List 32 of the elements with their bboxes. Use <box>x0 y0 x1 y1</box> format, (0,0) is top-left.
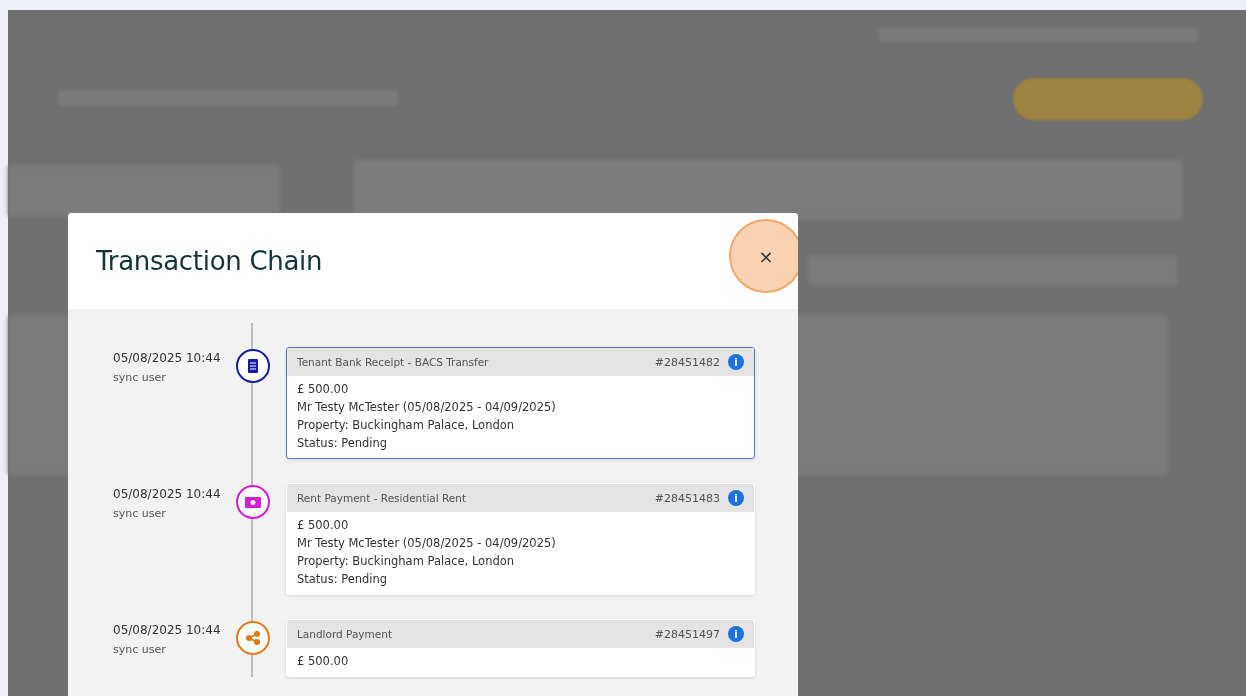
transaction-detail: Status: Pending <box>297 572 389 586</box>
receipt-icon <box>247 359 259 373</box>
share-icon <box>246 631 260 645</box>
info-icon[interactable]: i <box>728 490 744 506</box>
transaction-detail: Mr Testy McTester (05/08/2025 - 04/09/2025) <box>297 536 557 550</box>
transaction-card[interactable]: Tenant Bank Receipt - BACS Transfer #28451482 i £ 500.00 Mr Testy McTester (05/08/2025 - 04/09/2025) Property: Buckingham Palace, London Status: Pending <box>286 347 755 459</box>
transaction-title: Rent Payment - Residential Rent <box>297 492 468 504</box>
entry-timestamp: 05/08/2025 10:44 <box>113 487 222 501</box>
transaction-detail: Property: Buckingham Palace, London <box>297 554 516 568</box>
transaction-card[interactable]: Landlord Payment #28451497 i £ 500.00 <box>286 619 755 677</box>
transaction-reference: #28451497 <box>654 627 720 641</box>
transaction-card[interactable]: Rent Payment - Residential Rent #28451483 i £ 500.00 Mr Testy McTester (05/08/2025 - 04/09/2025) Property: Buckingham Palace, London Status: Pending <box>286 483 755 595</box>
transaction-detail: Mr Testy McTester (05/08/2025 - 04/09/2025) <box>297 400 557 414</box>
info-icon[interactable]: i <box>728 354 744 370</box>
transaction-detail: £ 500.00 <box>297 518 350 532</box>
transaction-title: Landlord Payment <box>297 628 394 640</box>
transaction-detail: Property: Buckingham Palace, London <box>297 418 516 432</box>
transaction-reference: #28451482 <box>654 355 720 369</box>
entry-timestamp: 05/08/2025 10:44 <box>113 623 222 637</box>
transaction-reference: #28451483 <box>654 491 720 505</box>
dialog-title: Transaction Chain <box>96 246 323 276</box>
entry-user: sync user <box>113 643 167 656</box>
entry-timestamp: 05/08/2025 10:44 <box>113 351 222 365</box>
banknote-icon <box>245 496 261 508</box>
transaction-detail: £ 500.00 <box>297 382 350 396</box>
info-icon[interactable]: i <box>728 626 744 642</box>
entry-user: sync user <box>113 507 167 520</box>
close-button[interactable]: × <box>729 219 798 293</box>
transaction-detail: £ 500.00 <box>297 654 350 668</box>
entry-user: sync user <box>113 371 167 384</box>
transaction-title: Tenant Bank Receipt - BACS Transfer <box>297 356 490 368</box>
transaction-detail: Status: Pending <box>297 436 389 450</box>
